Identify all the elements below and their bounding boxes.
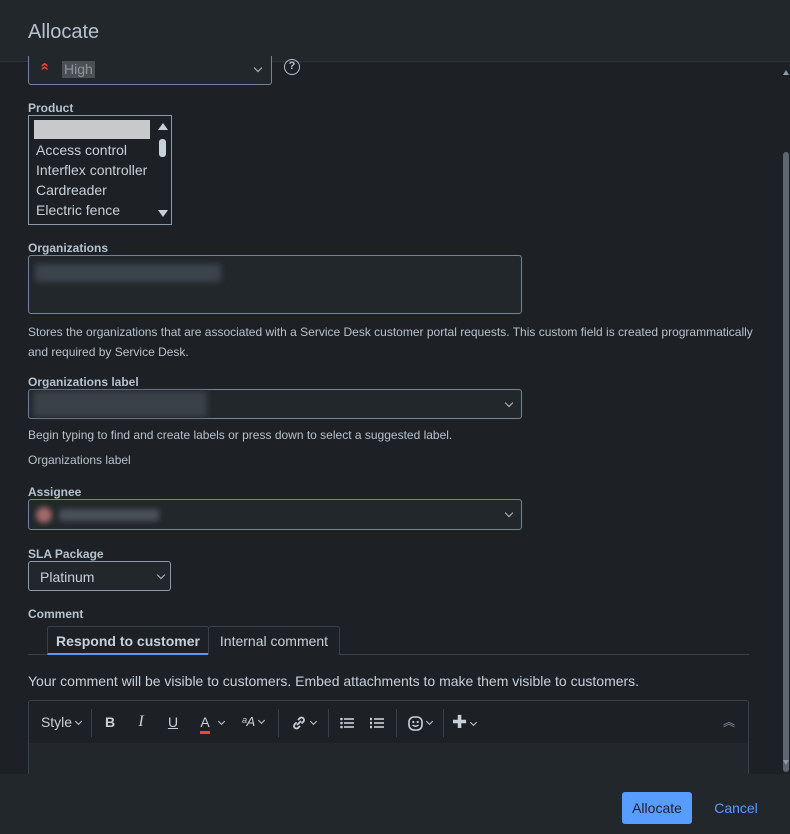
priority-select[interactable]: » High bbox=[28, 56, 272, 85]
emoji-button[interactable] bbox=[403, 701, 437, 743]
allocate-button[interactable]: Allocate bbox=[622, 792, 692, 824]
listbox-scrollbar[interactable] bbox=[155, 116, 171, 224]
italic-button[interactable]: I bbox=[130, 701, 152, 743]
product-label: Product bbox=[28, 101, 74, 115]
scroll-down-icon[interactable] bbox=[783, 760, 789, 765]
scroll-up-arrow-icon[interactable] bbox=[158, 123, 168, 130]
toolbar-separator bbox=[91, 709, 92, 737]
insert-button[interactable]: ✚ bbox=[449, 701, 479, 743]
collapse-toolbar-icon[interactable]: ︽ bbox=[719, 701, 739, 743]
dialog-header: Allocate bbox=[0, 0, 790, 62]
more-formatting-button[interactable]: ᵃA bbox=[236, 701, 270, 743]
avatar bbox=[36, 507, 52, 523]
toolbar-separator bbox=[278, 709, 279, 737]
chevron-down-icon bbox=[217, 717, 225, 726]
scroll-down-arrow-icon[interactable] bbox=[158, 210, 168, 217]
product-option[interactable]: Electric fence bbox=[36, 202, 120, 218]
product-option[interactable]: Cardreader bbox=[36, 182, 107, 198]
link-icon bbox=[292, 716, 305, 730]
toolbar-separator bbox=[396, 709, 397, 737]
organizations-help: Stores the organizations that are associ… bbox=[28, 325, 753, 359]
assignee-select[interactable] bbox=[28, 499, 522, 530]
text-color-button[interactable]: A bbox=[192, 701, 232, 743]
product-option[interactable]: Interflex controller bbox=[36, 162, 147, 178]
product-listbox[interactable]: None Access control Interflex controller… bbox=[28, 115, 172, 225]
assignee-name bbox=[59, 509, 159, 521]
assignee-label: Assignee bbox=[28, 485, 82, 499]
link-button[interactable] bbox=[285, 701, 321, 743]
organizations-input[interactable] bbox=[28, 255, 522, 314]
dialog-scroll-thumb[interactable] bbox=[783, 152, 789, 772]
priority-value: High bbox=[62, 61, 95, 78]
organizations-label-chip[interactable] bbox=[33, 391, 207, 417]
help-icon[interactable]: ? bbox=[284, 59, 300, 75]
scroll-thumb[interactable] bbox=[159, 139, 166, 157]
numbered-list-icon bbox=[370, 718, 384, 729]
sla-package-select[interactable]: Platinum bbox=[28, 561, 171, 591]
dialog-title: Allocate bbox=[28, 21, 100, 43]
chevron-down-icon bbox=[75, 717, 83, 726]
emoji-icon bbox=[408, 715, 423, 731]
tab-internal-comment[interactable]: Internal comment bbox=[208, 626, 340, 655]
organizations-label-help: Begin typing to find and create labels o… bbox=[28, 428, 453, 442]
comment-label: Comment bbox=[28, 607, 84, 621]
chevron-down-icon bbox=[156, 570, 166, 580]
tab-respond-to-customer[interactable]: Respond to customer bbox=[47, 626, 209, 655]
bullet-list-icon bbox=[340, 717, 354, 729]
style-dropdown-label: Style bbox=[40, 714, 73, 730]
chevron-down-icon bbox=[470, 718, 478, 727]
plus-icon: ✚ bbox=[451, 712, 468, 732]
product-option[interactable]: Access control bbox=[36, 142, 127, 158]
bullet-list-button[interactable] bbox=[336, 701, 358, 743]
chevron-down-icon bbox=[258, 716, 266, 725]
more-formatting-icon: ᵃA bbox=[241, 714, 256, 729]
scroll-up-icon[interactable] bbox=[783, 70, 789, 75]
organization-chip[interactable] bbox=[35, 264, 221, 282]
numbered-list-button[interactable] bbox=[366, 701, 388, 743]
product-option-selected[interactable]: None bbox=[34, 120, 150, 139]
priority-highest-icon: » bbox=[35, 63, 53, 71]
bold-button[interactable]: B bbox=[99, 701, 121, 743]
organizations-label: Organizations bbox=[28, 241, 109, 255]
sla-package-value: Platinum bbox=[40, 569, 95, 585]
organizations-label-field-label: Organizations label bbox=[28, 375, 139, 389]
organizations-label-help-2: Organizations label bbox=[28, 453, 131, 467]
editor-toolbar: Style B I U A ᵃA ✚ ︽ bbox=[28, 700, 749, 744]
sla-package-label: SLA Package bbox=[28, 547, 104, 561]
chevron-down-icon bbox=[309, 717, 317, 726]
toolbar-separator bbox=[443, 709, 444, 737]
chevron-down-icon bbox=[253, 63, 263, 73]
chevron-down-icon bbox=[504, 398, 514, 408]
chevron-down-icon bbox=[425, 717, 434, 726]
underline-button[interactable]: U bbox=[162, 701, 184, 743]
organizations-label-select[interactable] bbox=[28, 389, 522, 419]
toolbar-separator bbox=[328, 709, 329, 737]
chevron-down-icon bbox=[504, 508, 514, 518]
text-color-icon: A bbox=[200, 714, 210, 734]
style-dropdown[interactable]: Style bbox=[39, 701, 83, 743]
comment-visibility-note: Your comment will be visible to customer… bbox=[28, 673, 640, 689]
cancel-button[interactable]: Cancel bbox=[708, 792, 764, 824]
